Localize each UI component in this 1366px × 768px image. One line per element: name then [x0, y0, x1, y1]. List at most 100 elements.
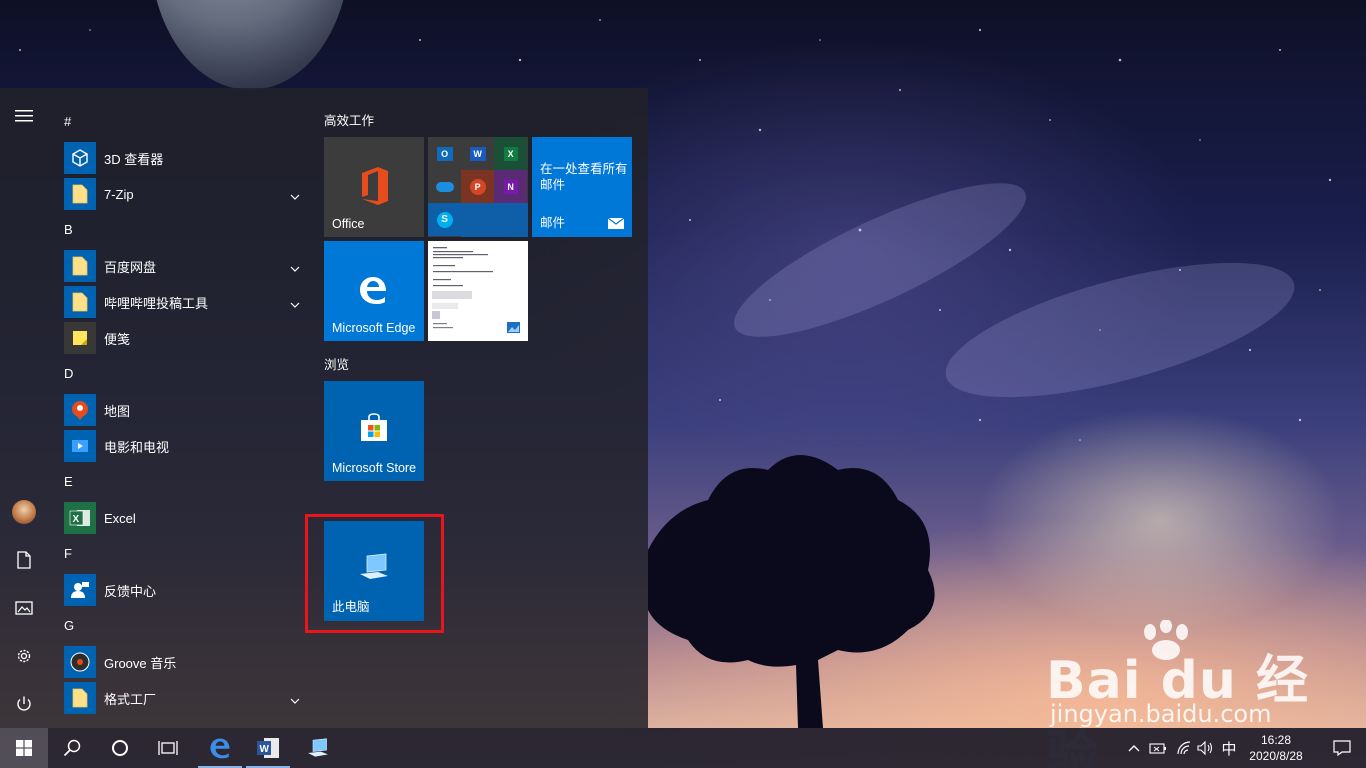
- app-list-group-letter[interactable]: B: [56, 212, 312, 248]
- highlight-box: [305, 514, 444, 633]
- mail-icon: [608, 218, 624, 229]
- chevron-down-icon[interactable]: [290, 295, 300, 313]
- app-list-item[interactable]: 3D 查看器: [56, 140, 312, 176]
- app-list-group-letter[interactable]: E: [56, 464, 312, 500]
- app-list-item-label: 地图: [104, 403, 131, 419]
- tile-edge[interactable]: Microsoft Edge: [324, 241, 424, 341]
- app-list-item[interactable]: 格式工厂: [56, 680, 312, 716]
- tile-office[interactable]: Office: [324, 137, 424, 237]
- taskbar: W 中 16:28 2020/8/28: [0, 728, 1366, 768]
- office-apps-filler: [461, 203, 528, 237]
- volume-button[interactable]: [1196, 728, 1216, 768]
- tile-group-title-productivity[interactable]: 高效工作: [324, 110, 374, 129]
- task-view-icon: [158, 741, 178, 755]
- chevron-down-icon[interactable]: [290, 691, 300, 709]
- app-list-item-label: 哔哩哔哩投稿工具: [104, 295, 209, 311]
- start-button[interactable]: [0, 728, 48, 768]
- app-list-item-label: 3D 查看器: [104, 151, 164, 167]
- task-view-button[interactable]: [144, 728, 192, 768]
- settings-button[interactable]: [0, 636, 48, 676]
- user-account-button[interactable]: [0, 492, 48, 532]
- app-list-item[interactable]: 便笺: [56, 320, 312, 356]
- app-list-item[interactable]: 百度网盘: [56, 248, 312, 284]
- tile-store-label: Microsoft Store: [332, 461, 417, 475]
- excel-mini-icon[interactable]: X: [494, 137, 528, 171]
- edge-icon: [360, 277, 386, 304]
- powerpoint-icon[interactable]: P: [461, 170, 495, 204]
- onedrive-icon[interactable]: [428, 170, 461, 203]
- hamburger-menu-button[interactable]: [0, 96, 48, 136]
- outlook-icon[interactable]: O: [428, 137, 461, 170]
- maps-icon: [64, 394, 96, 426]
- app-list-item[interactable]: 反馈中心: [56, 572, 312, 608]
- chevron-down-icon[interactable]: [290, 187, 300, 205]
- this-pc-icon: [308, 738, 328, 757]
- search-button[interactable]: [48, 728, 96, 768]
- folder-icon: [64, 682, 96, 714]
- taskbar-edge[interactable]: [196, 728, 244, 768]
- picture-icon: [15, 601, 33, 615]
- app-list-item[interactable]: X Excel: [56, 500, 312, 536]
- app-list-item[interactable]: Groove 音乐: [56, 644, 312, 680]
- ime-indicator[interactable]: 中: [1218, 728, 1240, 768]
- search-icon: [63, 739, 81, 757]
- chevron-up-icon: [1128, 745, 1140, 752]
- tree-silhouette: [648, 455, 935, 728]
- folder-icon: [64, 250, 96, 282]
- documents-button[interactable]: [0, 540, 48, 580]
- app-list-item-label: Groove 音乐: [104, 655, 177, 671]
- chevron-down-icon[interactable]: [290, 259, 300, 277]
- windows-logo-icon: [16, 740, 32, 756]
- power-icon: [17, 696, 31, 711]
- pictures-button[interactable]: [0, 588, 48, 628]
- app-list-group-letter[interactable]: H: [56, 716, 312, 728]
- app-list-item-label: Excel: [104, 510, 136, 526]
- onenote-icon[interactable]: N: [494, 170, 528, 204]
- cortana-icon: [112, 740, 128, 756]
- app-list-group-letter[interactable]: #: [56, 104, 312, 140]
- 3d-viewer-icon: [64, 142, 96, 174]
- tile-group-title-browse[interactable]: 浏览: [324, 354, 349, 373]
- taskbar-word[interactable]: W: [244, 728, 292, 768]
- clock-time: 16:28: [1260, 733, 1292, 747]
- notification-icon: [1333, 740, 1351, 756]
- tile-office-apps-folder[interactable]: O W X P N S: [428, 137, 528, 237]
- app-list-group-letter[interactable]: F: [56, 536, 312, 572]
- system-clock[interactable]: 16:28 2020/8/28: [1248, 732, 1304, 764]
- cortana-button[interactable]: [96, 728, 144, 768]
- mail-headline: 在一处查看所有邮件: [540, 162, 628, 192]
- network-status[interactable]: [1174, 728, 1194, 768]
- folder-icon: [64, 178, 96, 210]
- skype-icon[interactable]: S: [428, 203, 462, 237]
- battery-icon: [1149, 743, 1166, 754]
- sticky-notes-icon: [64, 322, 96, 354]
- show-hidden-icons-button[interactable]: [1124, 728, 1144, 768]
- app-list-item[interactable]: 7-Zip: [56, 176, 312, 212]
- action-center-button[interactable]: [1318, 728, 1366, 768]
- power-button[interactable]: [0, 684, 48, 724]
- app-list-item[interactable]: 哔哩哔哩投稿工具: [56, 284, 312, 320]
- office-apps-grid: O W X P N S: [428, 137, 528, 237]
- app-list-group-letter[interactable]: G: [56, 608, 312, 644]
- tile-mail[interactable]: 在一处查看所有邮件 邮件: [532, 137, 632, 237]
- feedback-hub-icon: [64, 574, 96, 606]
- app-list-item-label: 反馈中心: [104, 583, 157, 599]
- tile-document-preview[interactable]: [428, 241, 528, 341]
- clock-date: 2020/8/28: [1249, 749, 1303, 763]
- app-list[interactable]: #3D 查看器 7-Zip B 百度网盘哔哩哔哩投稿工具 便笺 D 地图电影和电视 E X Exc…: [56, 104, 312, 728]
- tile-mail-label: 邮件: [540, 216, 566, 230]
- movies-tv-icon: [64, 430, 96, 462]
- taskbar-this-pc[interactable]: [294, 728, 342, 768]
- app-list-item-label: 电影和电视: [104, 439, 170, 455]
- app-list-item-label: 便笺: [104, 331, 131, 347]
- gear-icon: [17, 649, 31, 663]
- wifi-icon: [1177, 741, 1191, 755]
- app-list-item[interactable]: 电影和电视: [56, 428, 312, 464]
- app-list-group-letter[interactable]: D: [56, 356, 312, 392]
- excel-icon: X: [64, 502, 96, 534]
- tile-microsoft-store[interactable]: Microsoft Store: [324, 381, 424, 481]
- app-list-item[interactable]: 地图: [56, 392, 312, 428]
- battery-status[interactable]: [1148, 728, 1168, 768]
- office-icon: [362, 167, 388, 205]
- word-icon[interactable]: W: [461, 137, 494, 170]
